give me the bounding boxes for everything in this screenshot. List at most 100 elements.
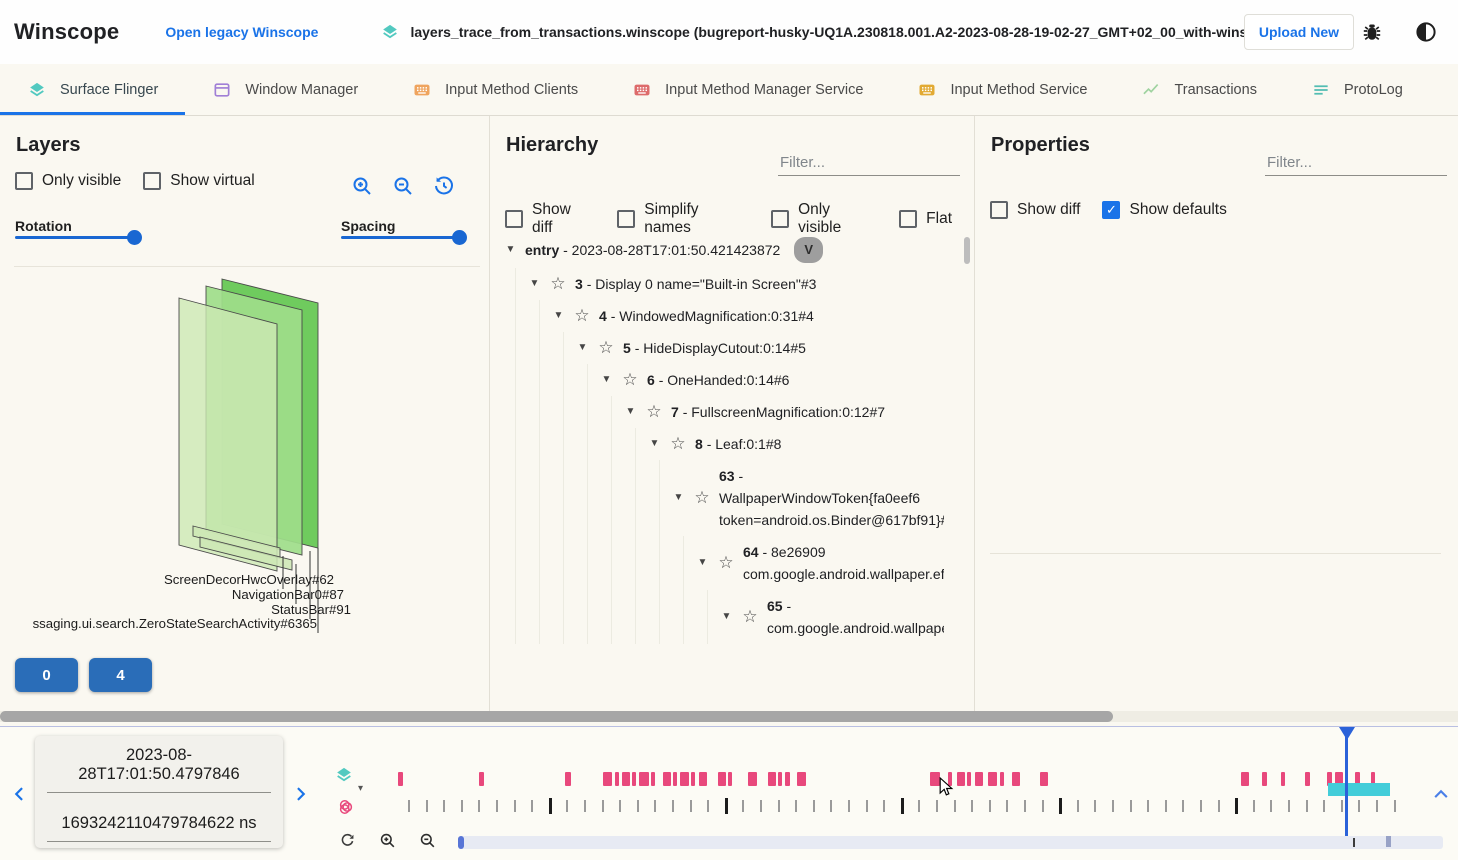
transition-tick[interactable] (408, 800, 410, 812)
upload-new-button[interactable]: Upload New (1244, 14, 1354, 50)
transition-tick[interactable] (1059, 798, 1062, 814)
open-legacy-link[interactable]: Open legacy Winscope (165, 24, 318, 40)
sf-trace-mark[interactable] (748, 772, 757, 786)
sf-trace-mark[interactable] (1281, 772, 1285, 786)
tree-node-8[interactable]: ▼☆8 - Leaf:0:1#8 (492, 428, 944, 460)
dark-mode-icon[interactable] (1414, 20, 1438, 44)
sf-trace-mark[interactable] (673, 772, 677, 786)
transition-tick[interactable] (531, 800, 533, 812)
display-button-0[interactable]: 0 (15, 658, 78, 692)
collapse-caret-icon[interactable]: ▼ (576, 337, 589, 359)
checkbox-show-diff[interactable]: Show diff (990, 201, 1080, 219)
pin-star-icon[interactable]: ☆ (549, 275, 567, 293)
transition-tick[interactable] (830, 800, 832, 812)
transition-tick[interactable] (426, 800, 428, 812)
checkbox-box[interactable] (617, 210, 635, 228)
horizontal-scrollbar-thumb[interactable] (0, 711, 1113, 722)
hierarchy-scrollbar[interactable] (964, 237, 970, 264)
transition-tick[interactable] (1182, 800, 1184, 812)
checkbox-only-visible[interactable]: Only visible (15, 172, 121, 190)
transition-tick[interactable] (602, 800, 604, 812)
transition-tick[interactable] (707, 800, 709, 812)
tree-node-65[interactable]: ▼☆65 - com.google.android.wallpaper.effe… (492, 590, 944, 644)
sf-trace-mark[interactable] (663, 772, 671, 786)
sf-trace-mark[interactable] (479, 772, 484, 786)
tree-node-64[interactable]: ▼☆64 - 8e26909 com.google.android.wallpa… (492, 536, 944, 590)
transition-tick[interactable] (1270, 800, 1272, 812)
tab-input-method-clients[interactable]: Input Method Clients (385, 64, 605, 115)
sf-trace-mark[interactable] (988, 772, 997, 786)
tree-node-4[interactable]: ▼☆4 - WindowedMagnification:0:31#4 (492, 300, 944, 332)
sf-trace-mark[interactable] (1040, 772, 1048, 786)
sf-trace-mark[interactable] (1335, 772, 1343, 786)
checkbox-flat[interactable]: Flat (899, 210, 952, 228)
transition-tick[interactable] (1323, 800, 1325, 812)
tab-window-manager[interactable]: Window Manager (185, 64, 385, 115)
transition-tick[interactable] (514, 800, 516, 812)
horizontal-scrollbar[interactable] (0, 711, 1458, 722)
sf-trace-mark[interactable] (565, 772, 571, 786)
checkbox-show-virtual[interactable]: Show virtual (143, 172, 254, 190)
sf-trace-mark[interactable] (975, 772, 983, 786)
transition-tick[interactable] (619, 800, 621, 812)
transition-tick[interactable] (901, 798, 904, 814)
tab-transactions[interactable]: Transactions (1114, 64, 1283, 115)
transition-tick[interactable] (1376, 800, 1378, 812)
sf-trace-mark[interactable] (691, 772, 695, 786)
surface-flinger-trace-icon[interactable] (334, 765, 354, 785)
rotation-slider-thumb[interactable] (127, 230, 142, 245)
transition-tick[interactable] (760, 800, 762, 812)
transition-tick[interactable] (795, 800, 797, 812)
transition-tick[interactable] (1218, 800, 1220, 812)
transition-tick[interactable] (461, 800, 463, 812)
hierarchy-filter-input[interactable] (778, 152, 960, 176)
transition-tick[interactable] (848, 800, 850, 812)
transition-tick[interactable] (778, 800, 780, 812)
collapse-caret-icon[interactable]: ▼ (672, 487, 685, 509)
tree-node-entry[interactable]: ▼entry - 2023-08-28T17:01:50.421423872V (492, 232, 944, 268)
zoom-range-slider[interactable] (458, 836, 1443, 849)
checkbox-box[interactable] (505, 210, 523, 228)
pin-star-icon[interactable]: ☆ (741, 608, 759, 626)
pin-star-icon[interactable]: ☆ (573, 307, 591, 325)
spacing-slider-thumb[interactable] (452, 230, 467, 245)
transition-tick[interactable] (496, 800, 498, 812)
transition-tick[interactable] (1006, 800, 1008, 812)
transition-tick[interactable] (742, 800, 744, 812)
transition-tick[interactable] (1147, 800, 1149, 812)
checkbox-box[interactable] (143, 172, 161, 190)
checkbox-box[interactable] (899, 210, 917, 228)
transition-tick[interactable] (1112, 800, 1114, 812)
trace-selector-caret-icon[interactable]: ▾ (358, 783, 368, 793)
transition-tick[interactable] (1394, 800, 1396, 812)
tree-node-63[interactable]: ▼☆63 - WallpaperWindowToken{fa0eef6 toke… (492, 460, 944, 536)
sf-trace-mark[interactable] (1262, 772, 1267, 786)
pin-star-icon[interactable]: ☆ (621, 371, 639, 389)
reset-view-icon[interactable] (432, 174, 456, 198)
tab-transitions[interactable]: Transitions (1430, 64, 1458, 115)
timeline-cursor-head[interactable] (1339, 727, 1355, 740)
transition-tick[interactable] (1288, 800, 1290, 812)
sf-trace-mark[interactable] (1371, 772, 1375, 786)
transition-tick[interactable] (549, 798, 552, 814)
timeline-zoom-out-icon[interactable] (418, 831, 437, 850)
rotation-slider[interactable] (15, 236, 135, 239)
sf-trace-mark[interactable] (797, 772, 806, 786)
checkbox-box[interactable] (990, 201, 1008, 219)
sf-trace-mark[interactable] (967, 772, 971, 786)
tree-node-6[interactable]: ▼☆6 - OneHanded:0:14#6 (492, 364, 944, 396)
transition-tick[interactable] (1077, 800, 1079, 812)
transition-tick[interactable] (672, 800, 674, 812)
pin-star-icon[interactable]: ☆ (645, 403, 663, 421)
transition-tick[interactable] (1306, 800, 1308, 812)
timestamp-ns-input[interactable]: 1693242110479784622 ns (47, 814, 271, 842)
spacing-slider[interactable] (341, 236, 460, 239)
transition-tick[interactable] (1200, 800, 1202, 812)
transition-tick[interactable] (637, 800, 639, 812)
bug-report-icon[interactable] (1360, 20, 1384, 44)
sf-trace-mark[interactable] (699, 772, 707, 786)
checkbox-box[interactable]: ✓ (1102, 201, 1120, 219)
transition-tick[interactable] (1235, 798, 1238, 814)
transition-tick[interactable] (1253, 800, 1255, 812)
zoom-out-icon[interactable] (391, 174, 415, 198)
